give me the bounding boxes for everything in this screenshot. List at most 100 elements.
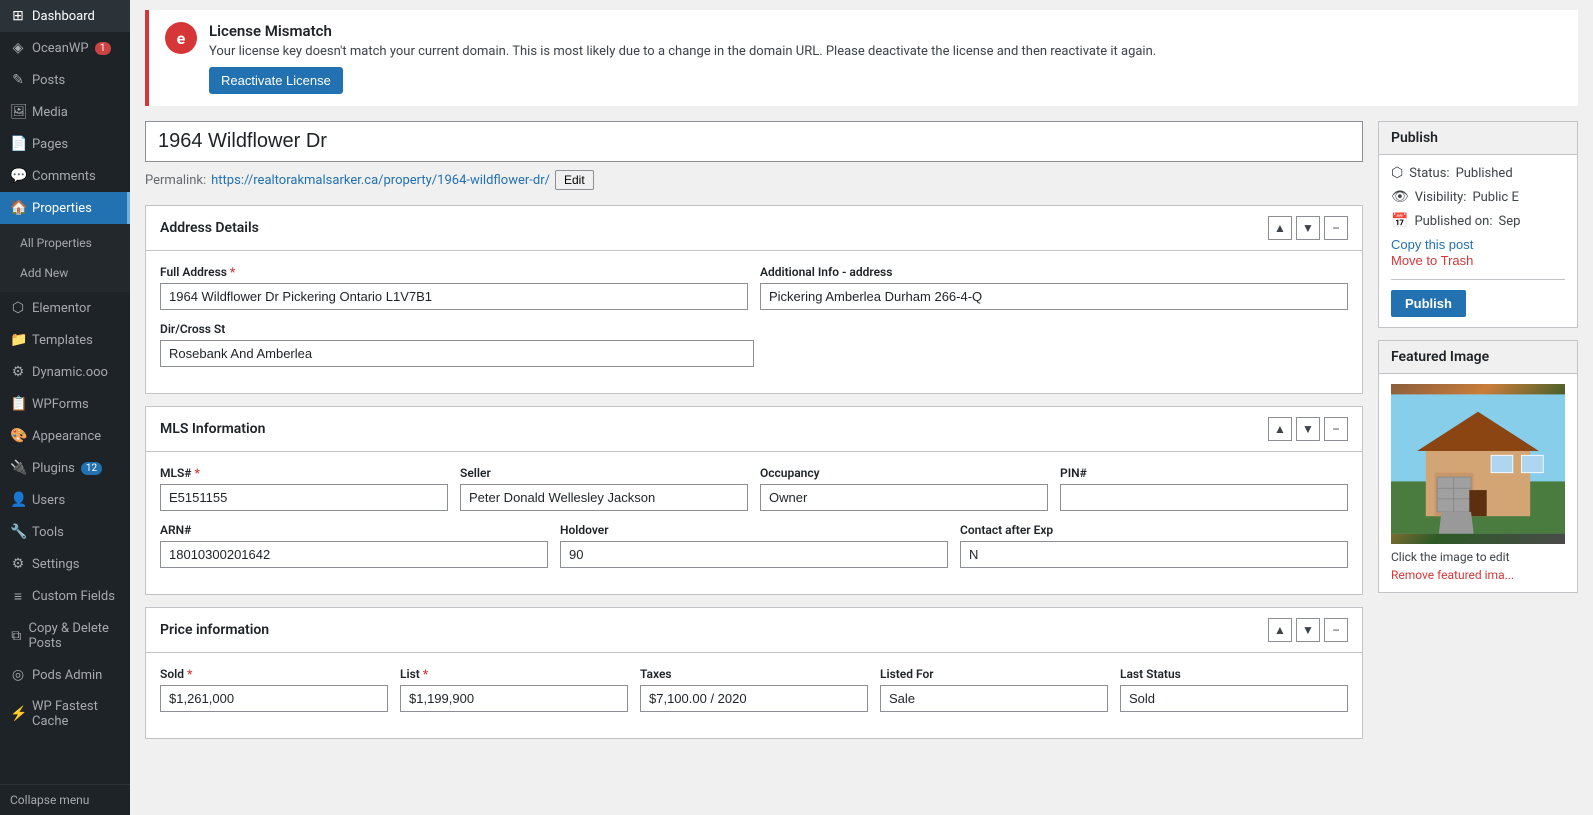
visibility-label: Visibility:: [1415, 190, 1467, 205]
publish-button[interactable]: Publish: [1391, 290, 1466, 317]
mls-information-title: MLS Information: [160, 421, 265, 437]
oceanwp-icon: ◈: [10, 40, 26, 56]
holdover-input[interactable]: [560, 541, 948, 568]
sidebar-item-wpforms[interactable]: 📋 WPForms: [0, 388, 130, 420]
dynamic-icon: ⚙: [10, 364, 26, 380]
mls-toggle-btn[interactable]: −: [1324, 417, 1348, 441]
additional-info-input[interactable]: [760, 283, 1348, 310]
sidebar-item-pages[interactable]: 📄 Pages: [0, 128, 130, 160]
sidebar-item-media[interactable]: 🖼 Media: [0, 96, 130, 128]
featured-image-caption: Click the image to edit: [1391, 550, 1565, 564]
visibility-icon: 👁: [1391, 189, 1409, 205]
sidebar-item-add-new[interactable]: Add New: [0, 258, 130, 288]
seller-input[interactable]: [460, 484, 748, 511]
last-status-input[interactable]: [1120, 685, 1348, 712]
occupancy-label: Occupancy: [760, 466, 1048, 480]
price-up-btn[interactable]: ▲: [1268, 618, 1292, 642]
sidebar-item-appearance[interactable]: 🎨 Appearance: [0, 420, 130, 452]
pods-icon: ◎: [10, 667, 26, 683]
permalink-label: Permalink:: [145, 173, 206, 188]
sidebar-item-custom-fields[interactable]: ≡ Custom Fields: [0, 580, 130, 613]
sidebar-item-templates[interactable]: 📁 Templates: [0, 324, 130, 356]
edit-slug-button[interactable]: Edit: [555, 170, 594, 190]
pages-icon: 📄: [10, 136, 26, 152]
additional-info-group: Additional Info - address: [760, 265, 1348, 310]
publish-actions: Publish: [1391, 279, 1565, 317]
price-information-header[interactable]: Price information ▲ ▼ −: [146, 608, 1362, 653]
publish-box: Publish ⬡ Status: Published 👁 Visibility…: [1378, 121, 1578, 328]
occupancy-group: Occupancy: [760, 466, 1048, 511]
pin-input[interactable]: [1060, 484, 1348, 511]
contact-after-label: Contact after Exp: [960, 523, 1348, 537]
price-down-btn[interactable]: ▼: [1296, 618, 1320, 642]
occupancy-input[interactable]: [760, 484, 1048, 511]
permalink-bar: Permalink: https://realtorakmalsarker.ca…: [145, 170, 1363, 190]
sidebar-item-elementor[interactable]: ⬡ Elementor: [0, 292, 130, 324]
dir-cross-input[interactable]: [160, 340, 754, 367]
license-banner: e License Mismatch Your license key does…: [145, 10, 1578, 106]
seller-label: Seller: [460, 466, 748, 480]
custom-fields-icon: ≡: [10, 588, 26, 605]
price-metabox-controls: ▲ ▼ −: [1268, 618, 1348, 642]
address-details-metabox: Address Details ▲ ▼ − Full Address: [145, 205, 1363, 394]
published-on-value: Sep: [1499, 214, 1521, 229]
sidebar-item-settings[interactable]: ⚙ Settings: [0, 548, 130, 580]
sidebar-item-dynamic[interactable]: ⚙ Dynamic.ooo: [0, 356, 130, 388]
copy-post-button[interactable]: Copy this post: [1391, 237, 1473, 252]
price-toggle-btn[interactable]: −: [1324, 618, 1348, 642]
sold-input[interactable]: [160, 685, 388, 712]
sidebar-item-comments[interactable]: 💬 Comments: [0, 160, 130, 192]
contact-after-input[interactable]: [960, 541, 1348, 568]
additional-info-label: Additional Info - address: [760, 265, 1348, 279]
move-trash-link[interactable]: Move to Trash: [1391, 253, 1565, 269]
holdover-label: Holdover: [560, 523, 948, 537]
copy-post-link[interactable]: Copy this post: [1391, 237, 1565, 253]
sidebar-item-pods-admin[interactable]: ◎ Pods Admin: [0, 659, 130, 691]
listed-for-input[interactable]: [880, 685, 1108, 712]
sidebar-item-plugins[interactable]: 🔌 Plugins 12: [0, 452, 130, 484]
license-message: Your license key doesn't match your curr…: [209, 44, 1156, 59]
mls-number-input[interactable]: [160, 484, 448, 511]
arn-label: ARN#: [160, 523, 548, 537]
listed-for-group: Listed For: [880, 667, 1108, 712]
mls-down-btn[interactable]: ▼: [1296, 417, 1320, 441]
permalink-link[interactable]: https://realtorakmalsarker.ca/property/1…: [211, 173, 550, 188]
address-details-header[interactable]: Address Details ▲ ▼ −: [146, 206, 1362, 251]
post-title-wrap: [145, 121, 1363, 162]
move-trash-button[interactable]: Move to Trash: [1391, 253, 1473, 268]
address-row-1: Full Address * Additional Info - address: [160, 265, 1348, 310]
address-row-2: Dir/Cross St: [160, 322, 1348, 367]
mls-row-1: MLS# * Seller Occupancy: [160, 466, 1348, 511]
status-label: Status:: [1409, 166, 1449, 181]
sidebar-item-wp-fastest-cache[interactable]: ⚡ WP Fastest Cache: [0, 691, 130, 737]
license-banner-text: License Mismatch Your license key doesn'…: [209, 22, 1156, 94]
sidebar-item-oceanwp[interactable]: ◈ OceanWP 1: [0, 32, 130, 64]
sidebar-item-copy-delete[interactable]: ⧉ Copy & Delete Posts: [0, 613, 130, 659]
metabox-up-btn[interactable]: ▲: [1268, 216, 1292, 240]
full-address-input[interactable]: [160, 283, 748, 310]
sidebar-item-dashboard[interactable]: ⊞ Dashboard: [0, 0, 130, 32]
properties-icon: 🏠: [10, 200, 26, 216]
featured-image-thumbnail[interactable]: [1391, 384, 1565, 544]
metabox-toggle-btn[interactable]: −: [1324, 216, 1348, 240]
arn-input[interactable]: [160, 541, 548, 568]
sidebar-item-users[interactable]: 👤 Users: [0, 484, 130, 516]
publish-visibility-row: 👁 Visibility: Public E: [1391, 189, 1565, 205]
sidebar-item-posts[interactable]: ✎ Posts: [0, 64, 130, 96]
list-input[interactable]: [400, 685, 628, 712]
sidebar-item-properties[interactable]: 🏠 Properties: [0, 192, 130, 224]
mls-number-group: MLS# *: [160, 466, 448, 511]
sidebar-item-tools[interactable]: 🔧 Tools: [0, 516, 130, 548]
metabox-down-btn[interactable]: ▼: [1296, 216, 1320, 240]
taxes-input[interactable]: [640, 685, 868, 712]
mls-up-btn[interactable]: ▲: [1268, 417, 1292, 441]
remove-featured-image-link[interactable]: Remove featured ima...: [1391, 568, 1565, 582]
full-address-label: Full Address *: [160, 265, 748, 279]
plugins-badge: 12: [81, 462, 102, 475]
mls-information-header[interactable]: MLS Information ▲ ▼ −: [146, 407, 1362, 452]
collapse-menu[interactable]: Collapse menu: [0, 784, 130, 815]
sidebar-item-all-properties[interactable]: All Properties: [0, 228, 130, 258]
mls-information-metabox: MLS Information ▲ ▼ − MLS# *: [145, 406, 1363, 595]
post-title-input[interactable]: [145, 121, 1363, 162]
reactivate-button[interactable]: Reactivate License: [209, 67, 343, 94]
